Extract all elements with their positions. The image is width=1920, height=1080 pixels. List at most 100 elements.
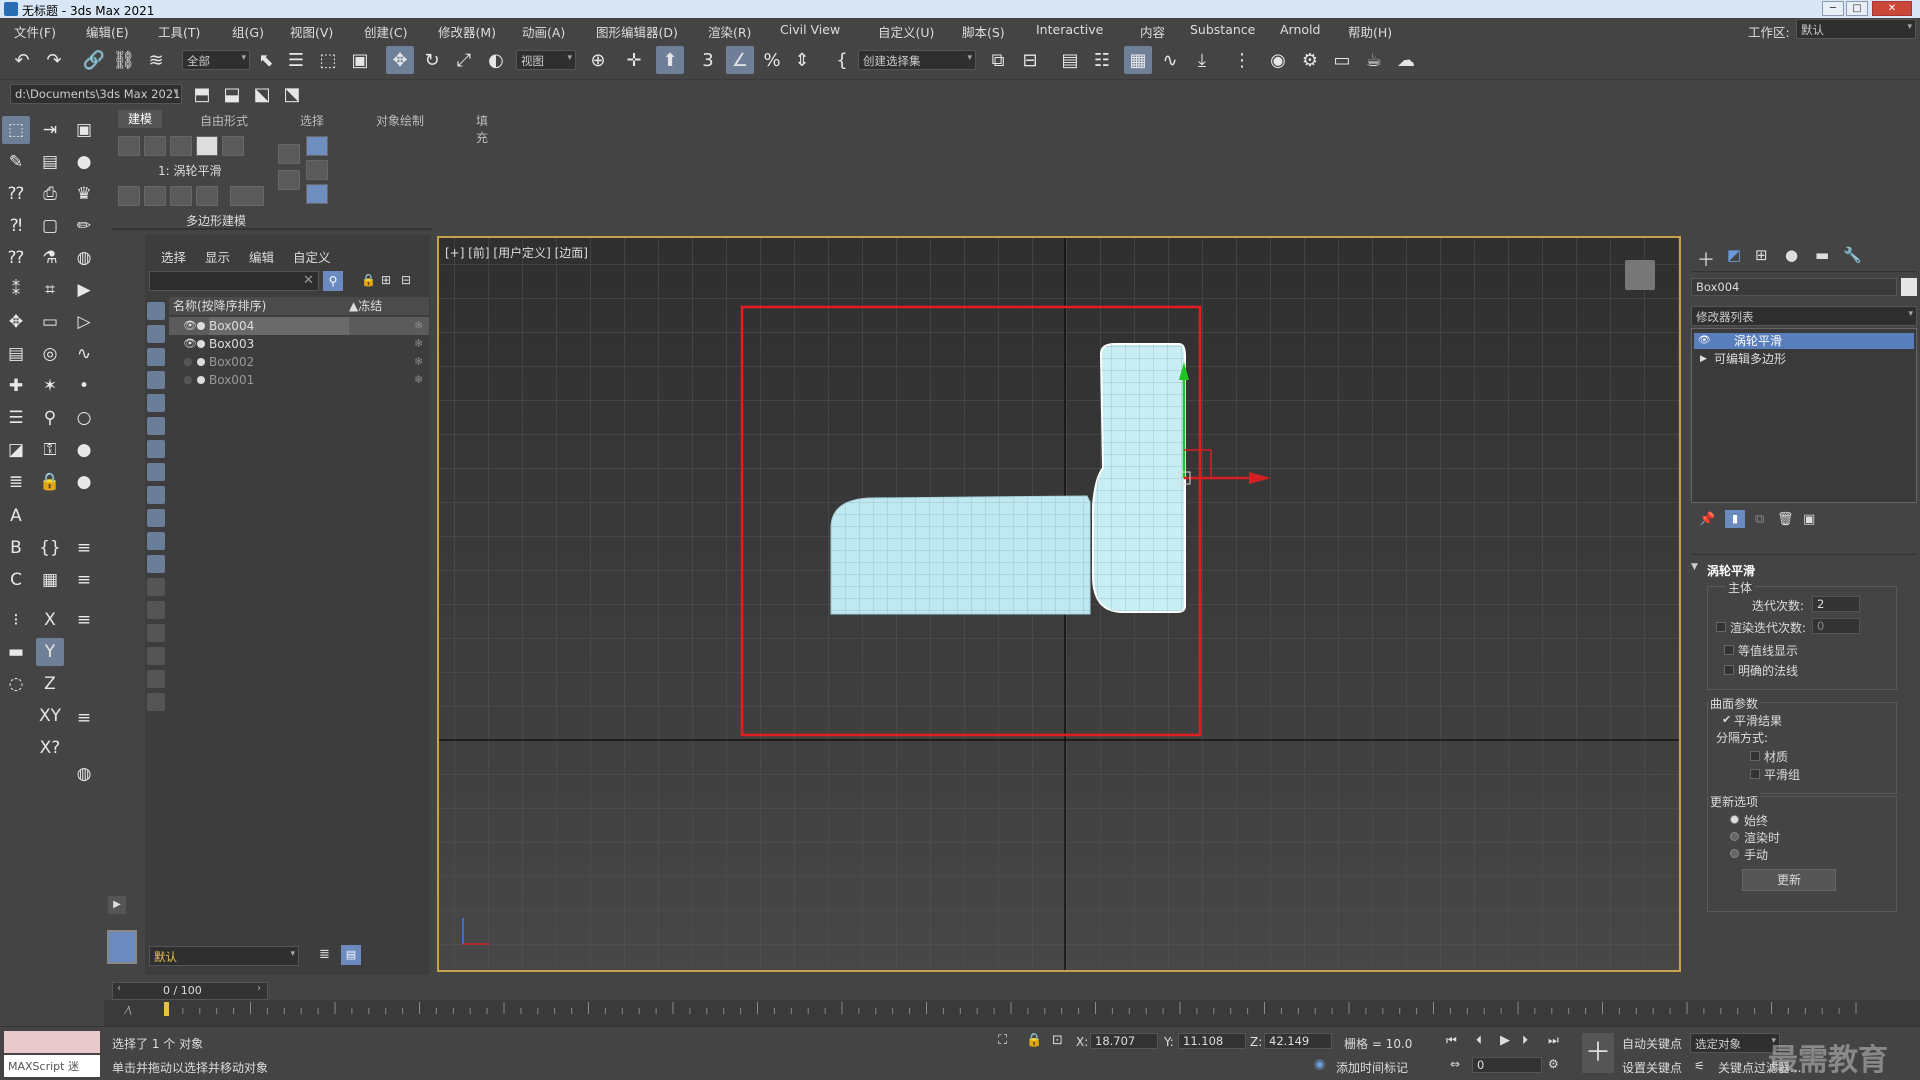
select-move-icon[interactable]: ✥ bbox=[386, 46, 414, 74]
close-button[interactable]: ✕ bbox=[1872, 1, 1912, 16]
ribbon-tool-5-button[interactable] bbox=[230, 186, 264, 206]
axis-x-icon[interactable]: X bbox=[36, 606, 64, 634]
element-mode-button[interactable] bbox=[222, 136, 244, 156]
remove-modifier-icon[interactable]: 🗑 bbox=[1777, 512, 1794, 527]
menu-help[interactable]: 帮助(H) bbox=[1348, 22, 1392, 41]
menu-interactive[interactable]: Interactive bbox=[1036, 22, 1103, 37]
film-icon[interactable]: ▶ bbox=[70, 276, 98, 304]
layer-explorer-icon[interactable]: ☷ bbox=[1088, 46, 1116, 74]
configure-sets-icon[interactable]: ▣ bbox=[1803, 512, 1815, 527]
reference-coord-dropdown[interactable]: 视图 bbox=[516, 50, 576, 70]
dot-gray-icon[interactable]: • bbox=[70, 372, 98, 400]
next-key-icon[interactable]: ⏵ bbox=[1522, 1033, 1528, 1048]
circle3-gray-icon[interactable]: ● bbox=[70, 468, 98, 496]
expand-triangle-icon[interactable]: ▶ bbox=[1700, 351, 1707, 367]
time-tag-icon[interactable]: ◉ bbox=[1314, 1057, 1325, 1072]
key-selection-dropdown[interactable]: 选定对象 bbox=[1690, 1033, 1780, 1053]
circle2-gray-icon[interactable]: ● bbox=[70, 436, 98, 464]
pen-icon[interactable]: ✏ bbox=[70, 212, 98, 240]
gray-sphere-icon[interactable]: ◍ bbox=[70, 760, 98, 788]
expand-arrow-icon[interactable]: ▶ bbox=[108, 896, 126, 914]
filter-xrefs-icon[interactable] bbox=[147, 463, 165, 481]
set-key-button[interactable]: 设置关键点 bbox=[1622, 1059, 1682, 1076]
visibility-eye-icon[interactable]: 👁 bbox=[183, 317, 197, 335]
goto-start-icon[interactable]: ⏮ bbox=[1446, 1033, 1457, 1048]
layers-icon[interactable]: ☰ bbox=[2, 404, 30, 432]
unlink-icon[interactable]: ⛓ bbox=[110, 46, 138, 74]
menu-civil-view[interactable]: Civil View bbox=[780, 22, 840, 37]
maxscript-listener-top[interactable] bbox=[4, 1031, 100, 1053]
project-new-icon[interactable]: ⬔ bbox=[278, 80, 306, 108]
project-open-icon[interactable]: ⬒ bbox=[188, 80, 216, 108]
ribbon-tab-selection[interactable]: 选择 bbox=[300, 112, 324, 129]
text-b-icon[interactable]: B bbox=[2, 534, 30, 562]
layer-sort-icon[interactable]: ⊟ bbox=[401, 273, 411, 287]
absolute-mode-icon[interactable]: ⊡ bbox=[1052, 1033, 1063, 1048]
named-selection-dropdown[interactable]: 创建选择集 bbox=[858, 50, 976, 70]
filter-hidden-icon[interactable] bbox=[147, 555, 165, 573]
explorer-row-box003[interactable]: 👁 Box003 ❄ bbox=[169, 335, 429, 353]
selection-lock-icon[interactable]: 🔒 bbox=[1026, 1033, 1042, 1048]
filter-funnel2-icon[interactable] bbox=[147, 670, 165, 688]
ribbon-tool-4-button[interactable] bbox=[196, 186, 218, 206]
auto-key-button[interactable]: 自动关键点 bbox=[1622, 1035, 1682, 1052]
xy-icon[interactable]: ✥ bbox=[2, 308, 30, 336]
hierarchy-icon[interactable]: ⊞ bbox=[381, 273, 391, 287]
box-gray-icon[interactable]: ▭ bbox=[36, 308, 64, 336]
current-frame-field[interactable]: 0 bbox=[1472, 1057, 1542, 1073]
menu-arnold[interactable]: Arnold bbox=[1280, 22, 1320, 37]
isoline-checkbox[interactable] bbox=[1724, 645, 1734, 655]
filter-none-icon[interactable] bbox=[147, 601, 165, 619]
filter-cameras-icon[interactable] bbox=[147, 371, 165, 389]
rendered-frame-icon[interactable]: ▭ bbox=[1328, 46, 1356, 74]
bind-spacewarp-icon[interactable]: ≋ bbox=[142, 46, 170, 74]
object-name-input[interactable]: Box004 bbox=[1691, 278, 1897, 296]
filter-cam-icon[interactable] bbox=[147, 693, 165, 711]
layer-box-icon[interactable]: ▢ bbox=[36, 212, 64, 240]
curve-gray-icon[interactable]: ∿ bbox=[70, 340, 98, 368]
hidden-eye-icon[interactable]: ● bbox=[183, 371, 193, 389]
axis-xq-icon[interactable]: X? bbox=[36, 734, 64, 762]
render-iterations-checkbox[interactable] bbox=[1716, 622, 1726, 632]
time-config-icon[interactable]: ⚙ bbox=[1548, 1057, 1559, 1071]
help-gray-icon[interactable]: ◎ bbox=[36, 340, 64, 368]
redo-icon[interactable]: ↷ bbox=[40, 46, 68, 74]
ribbon-tab-populate[interactable]: 填充 bbox=[476, 112, 488, 146]
text-c-icon[interactable]: C bbox=[2, 566, 30, 594]
freeze-icon[interactable]: ❄ bbox=[414, 317, 423, 335]
object-paint-icon[interactable]: ▤ bbox=[36, 148, 64, 176]
hat-icon[interactable]: ♛ bbox=[70, 180, 98, 208]
window-crossing-icon[interactable]: ▣ bbox=[346, 46, 374, 74]
render-online-icon[interactable]: ☁ bbox=[1392, 46, 1420, 74]
edge-mode-button[interactable] bbox=[144, 136, 166, 156]
snaps-toggle-icon[interactable]: 3 bbox=[694, 46, 722, 74]
stack2-icon[interactable]: ≡ bbox=[70, 534, 98, 562]
pivot-center-icon[interactable]: ⊕ bbox=[584, 46, 612, 74]
border-mode-button[interactable] bbox=[170, 136, 192, 156]
stack3-icon[interactable]: ≡ bbox=[70, 566, 98, 594]
next-frame-icon[interactable]: › bbox=[257, 983, 261, 994]
filter-geometry-icon[interactable] bbox=[147, 302, 165, 320]
dope-sheet-icon[interactable]: ⤓ bbox=[1188, 46, 1216, 74]
filter-invert-icon[interactable] bbox=[147, 624, 165, 642]
select-manipulate-icon[interactable]: ✛ bbox=[620, 46, 648, 74]
render-icon[interactable]: ☕ bbox=[1360, 46, 1388, 74]
maximize-button[interactable]: □ bbox=[1846, 1, 1868, 16]
explicit-normals-checkbox[interactable] bbox=[1724, 665, 1734, 675]
x-coordinate-field[interactable]: 18.707 bbox=[1090, 1033, 1158, 1049]
xref-icon[interactable]: ⁇ bbox=[2, 180, 30, 208]
select-object-icon[interactable]: ⬉ bbox=[252, 46, 280, 74]
spinner-snap-icon[interactable]: ⇕ bbox=[788, 46, 816, 74]
explorer-row-box001[interactable]: ● Box001 ❄ bbox=[169, 371, 429, 389]
select-rotate-icon[interactable]: ↻ bbox=[418, 46, 446, 74]
helper-icon[interactable]: ⁇ bbox=[2, 244, 30, 272]
ribbon-tab-modeling[interactable]: 建模 bbox=[118, 110, 163, 128]
explorer-row-box002[interactable]: ● Box002 ❄ bbox=[169, 353, 429, 371]
explorer-menu-select[interactable]: 选择 bbox=[161, 247, 186, 266]
filter-funnel-icon[interactable] bbox=[147, 647, 165, 665]
ribbon-tool-1-button[interactable] bbox=[118, 186, 140, 206]
make-unique-icon[interactable]: ⧉ bbox=[1755, 512, 1764, 527]
project-save-icon[interactable]: ⬓ bbox=[218, 80, 246, 108]
paint-bucket-icon[interactable]: ◪ bbox=[2, 436, 30, 464]
ribbon-side-1-button[interactable] bbox=[278, 144, 300, 164]
